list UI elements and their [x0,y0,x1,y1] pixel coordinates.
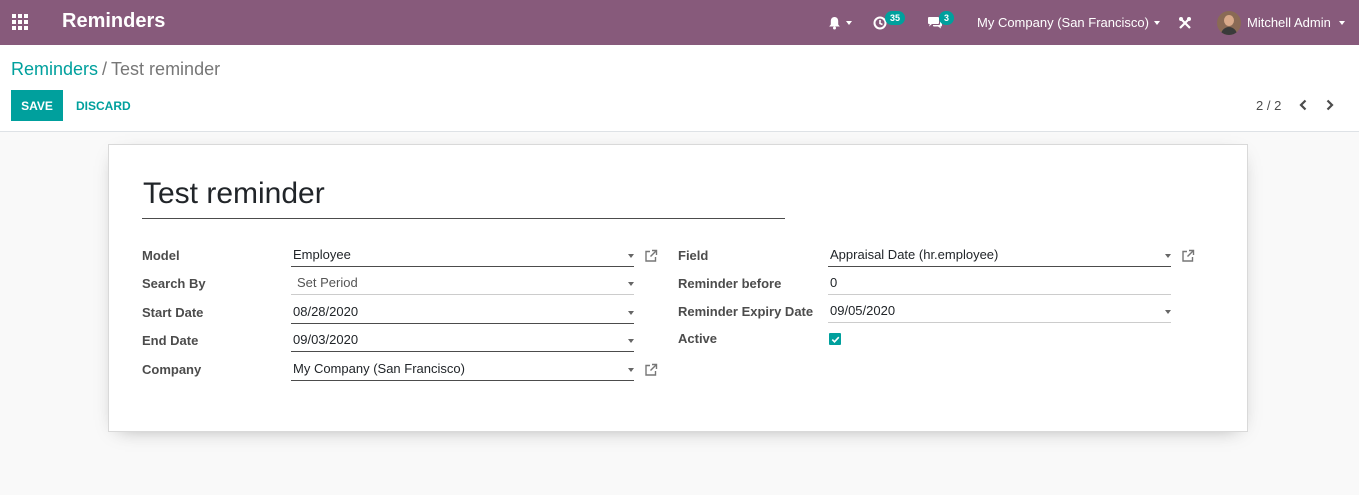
reminder-expiry-date-value: 09/05/2020 [830,303,896,318]
start-date-value: 08/28/2020 [293,304,359,319]
reminder-expiry-date-input[interactable]: 09/05/2020 [828,301,1171,323]
user-name: Mitchell Admin [1247,15,1331,30]
notifications-menu[interactable] [828,0,852,45]
activity-menu[interactable]: 35 [873,0,906,45]
chevron-down-icon [628,282,634,286]
chevron-left-icon [1299,99,1307,111]
chevron-down-icon [628,368,634,372]
reminder-before-label: Reminder before [678,276,782,291]
company-label: Company [142,362,202,377]
search-by-select[interactable]: Set Period [291,273,634,295]
messages-count-badge: 3 [939,11,955,25]
start-date-input[interactable]: 08/28/2020 [291,302,634,324]
model-value: Employee [293,247,351,262]
chevron-down-icon [628,254,634,258]
company-value: My Company (San Francisco) [293,361,465,376]
company-name: My Company (San Francisco) [977,15,1149,30]
breadcrumb: Reminders / Test reminder [11,59,220,80]
chevron-down-icon [1165,254,1171,258]
chevron-down-icon [628,339,634,343]
bell-icon [829,16,840,29]
top-navbar: Reminders 35 3 My Company (San Francisco… [0,0,1359,45]
end-date-label: End Date [142,333,199,348]
pager-previous-button[interactable] [1295,96,1311,114]
chevron-down-icon [846,20,852,25]
chevron-down-icon [1338,20,1345,25]
active-checkbox[interactable] [829,333,841,345]
field-value: Appraisal Date (hr.employee) [830,247,999,262]
end-date-input[interactable]: 09/03/2020 [291,330,634,352]
debug-tools-menu[interactable] [1178,0,1192,45]
external-link-icon[interactable] [1181,249,1195,263]
field-label: Field [678,248,709,263]
breadcrumb-separator: / [102,59,108,79]
reminder-before-value: 0 [830,275,838,290]
discard-button[interactable]: DISCARD [70,90,137,121]
model-label: Model [142,248,180,263]
active-label: Active [678,331,718,346]
reminder-expiry-date-label: Reminder Expiry Date [678,304,814,319]
tools-icon [1179,16,1191,29]
form-sheet: Test reminder Model Employee Search By S… [108,144,1248,432]
external-link-icon[interactable] [644,249,658,263]
start-date-label: Start Date [142,305,204,320]
user-menu[interactable]: Mitchell Admin [1217,0,1345,45]
breadcrumb-reminders-link[interactable]: Reminders [11,59,98,79]
checkmark-icon [831,336,839,343]
chevron-right-icon [1326,99,1334,111]
pager-next-button[interactable] [1322,96,1338,114]
reminder-before-input[interactable]: 0 [828,273,1171,295]
company-switcher[interactable]: My Company (San Francisco) [977,0,1160,45]
external-link-icon[interactable] [644,363,658,377]
chevron-down-icon [1153,20,1160,25]
save-button[interactable]: SAVE [11,90,63,121]
pager-value[interactable]: 2 / 2 [1256,98,1281,113]
company-select[interactable]: My Company (San Francisco) [291,359,634,381]
search-by-value: Set Period [297,275,358,290]
field-select[interactable]: Appraisal Date (hr.employee) [828,245,1171,267]
breadcrumb-current: Test reminder [111,59,221,79]
avatar [1217,10,1241,35]
search-by-label: Search By [142,276,206,291]
end-date-value: 09/03/2020 [293,332,359,347]
control-panel: Reminders / Test reminder SAVE DISCARD 2 /… [0,45,1359,132]
apps-menu-icon[interactable] [12,14,28,30]
reminder-name-input[interactable]: Test reminder [142,177,785,219]
messaging-menu[interactable]: 3 [927,0,955,45]
model-select[interactable]: Employee [291,245,634,267]
chevron-down-icon [628,311,634,315]
app-title[interactable]: Reminders [62,10,165,33]
activity-count-badge: 35 [885,11,906,25]
chevron-down-icon [1165,310,1171,314]
